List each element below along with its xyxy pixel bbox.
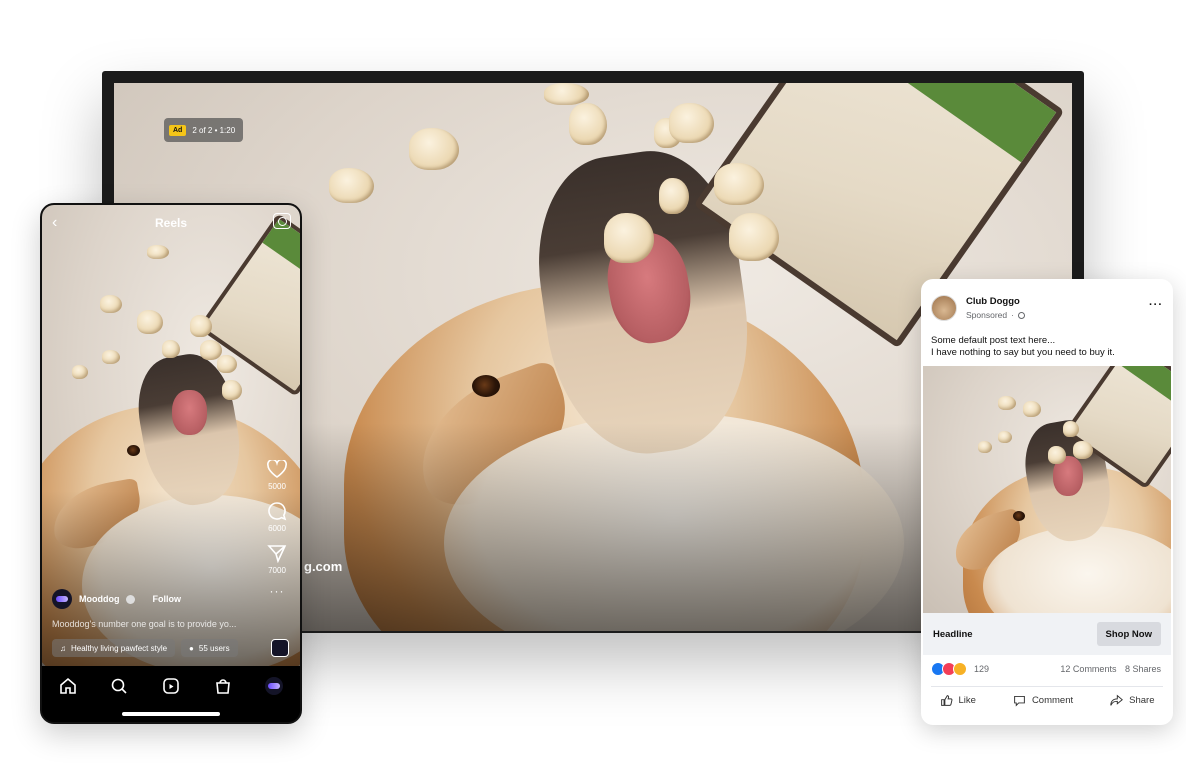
verified-icon xyxy=(126,594,136,604)
like-count: 5000 xyxy=(268,482,286,491)
cta-bar[interactable]: Headline Shop Now xyxy=(923,613,1171,655)
audio-thumbnail[interactable] xyxy=(271,639,289,657)
more-options-icon[interactable]: ··· xyxy=(1149,299,1163,311)
reel-author: Mooddog Follow xyxy=(52,589,181,609)
post-text-line-1: Some default post text here... xyxy=(931,335,1056,346)
like-action[interactable]: 5000 xyxy=(266,458,288,491)
camera-icon[interactable] xyxy=(273,213,291,229)
more-options-icon[interactable]: ··· xyxy=(270,584,285,598)
like-label: Like xyxy=(958,695,976,706)
reel-caption[interactable]: Mooddog's number one goal is to provide … xyxy=(52,619,262,629)
bottom-nav xyxy=(42,666,300,722)
comment-button[interactable]: Comment xyxy=(1013,694,1073,707)
share-label: Share xyxy=(1129,695,1155,706)
sponsored-label: Sponsored xyxy=(966,310,1008,320)
audio-chip[interactable]: ♫ Healthy living pawfect style xyxy=(52,639,176,657)
reels-header: ‹ Reels xyxy=(42,205,300,241)
reel-actions: 5000 6000 7000 ··· xyxy=(260,458,294,598)
share-count: 7000 xyxy=(268,566,286,575)
ad-headline: Headline xyxy=(933,628,973,640)
share-count[interactable]: 8 Shares xyxy=(1125,664,1161,674)
phone-reels: ‹ Reels 5000 6000 7000 ··· Mooddog Follo… xyxy=(40,203,302,724)
globe-icon xyxy=(1017,311,1025,319)
audio-title: Healthy living pawfect style xyxy=(71,643,168,653)
advertiser-url[interactable]: g.com xyxy=(304,559,342,574)
reactions-summary[interactable]: 129 xyxy=(931,662,989,676)
music-note-icon: ♫ xyxy=(60,643,66,653)
ad-position: 2 of 2 • 1:20 xyxy=(192,125,236,135)
ad-badge: Ad xyxy=(169,124,187,136)
divider xyxy=(931,686,1163,687)
facebook-post-card: Club Doggo Sponsored · ··· Some default … xyxy=(921,279,1173,725)
user-icon: ● xyxy=(189,643,194,653)
comment-icon xyxy=(1014,695,1025,707)
profile-avatar-icon[interactable] xyxy=(264,676,284,696)
author-name[interactable]: Mooddog xyxy=(79,594,119,604)
comment-label: Comment xyxy=(1031,695,1074,706)
comment-count: 6000 xyxy=(268,524,286,533)
shop-icon[interactable] xyxy=(213,676,233,696)
author-avatar[interactable] xyxy=(52,589,72,609)
post-actions: Like Comment Share xyxy=(921,694,1173,707)
reel-chips: ♫ Healthy living pawfect style ● 55 user… xyxy=(52,639,238,657)
post-header: Club Doggo Sponsored · xyxy=(931,295,1025,321)
page-name[interactable]: Club Doggo xyxy=(966,296,1025,307)
comment-bubble-icon xyxy=(266,500,288,522)
engagement-stats: 129 12 Comments 8 Shares xyxy=(931,662,1161,676)
heart-icon xyxy=(266,458,288,480)
page-avatar[interactable] xyxy=(931,295,957,321)
like-button[interactable]: Like xyxy=(940,694,976,707)
haha-reaction-icon xyxy=(953,662,967,676)
post-text: Some default post text here... I have no… xyxy=(931,335,1115,359)
post-image[interactable] xyxy=(923,366,1171,613)
reaction-count: 129 xyxy=(974,664,990,674)
comment-count[interactable]: 12 Comments xyxy=(1060,664,1116,674)
users-count: 55 users xyxy=(198,643,230,653)
comment-action[interactable]: 6000 xyxy=(266,500,288,533)
post-text-line-2: I have nothing to say but you need to bu… xyxy=(931,347,1115,358)
search-icon[interactable] xyxy=(109,676,129,696)
follow-button[interactable]: Follow xyxy=(152,594,181,604)
share-button[interactable]: Share xyxy=(1110,694,1154,707)
home-indicator[interactable] xyxy=(122,712,220,716)
thumbs-up-icon xyxy=(940,695,952,706)
ad-indicator: Ad 2 of 2 • 1:20 xyxy=(164,118,244,142)
page-title: Reels xyxy=(154,216,188,230)
home-icon[interactable] xyxy=(58,676,78,696)
share-action[interactable]: 7000 xyxy=(266,542,288,575)
reels-icon[interactable] xyxy=(161,676,181,696)
back-arrow-icon[interactable]: ‹ xyxy=(52,214,57,232)
send-icon xyxy=(266,542,288,564)
share-icon xyxy=(1110,694,1124,706)
users-chip[interactable]: ● 55 users xyxy=(181,639,238,657)
separator-dot: · xyxy=(1011,310,1014,320)
shop-now-button[interactable]: Shop Now xyxy=(1096,622,1161,646)
